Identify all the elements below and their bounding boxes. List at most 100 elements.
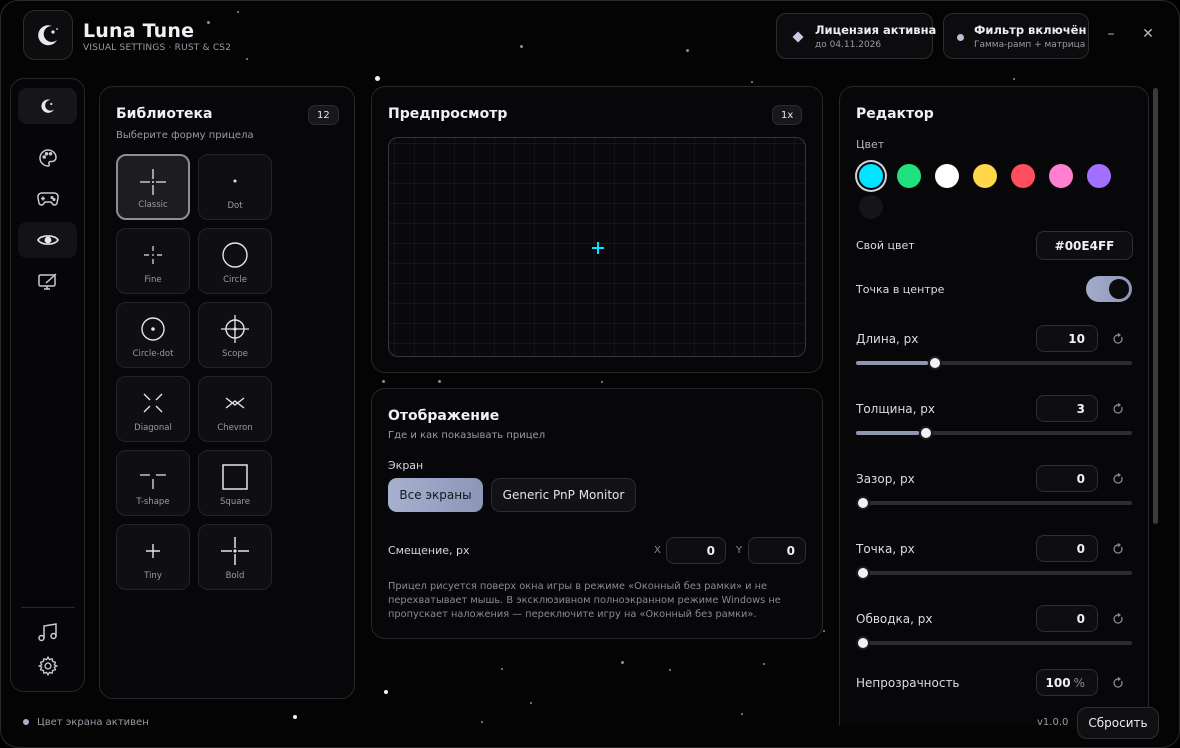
- crosshair-tile-fine[interactable]: Fine: [116, 228, 190, 294]
- offset-y-input[interactable]: 0: [748, 537, 806, 564]
- star: [1013, 78, 1015, 80]
- center-dot-toggle[interactable]: [1086, 276, 1132, 302]
- minimize-button[interactable]: –: [1102, 25, 1120, 43]
- star: [520, 45, 523, 48]
- crosshair-tile-dot[interactable]: Dot: [198, 154, 272, 220]
- crosshair-tile-tiny[interactable]: Tiny: [116, 524, 190, 590]
- star: [751, 81, 753, 83]
- chevron-crosshair-icon: [225, 397, 245, 409]
- thickness-input[interactable]: 3: [1036, 395, 1098, 422]
- offset-x-label: X: [654, 545, 661, 556]
- opacity-label: Непрозрачность: [856, 676, 960, 690]
- length-reset-icon[interactable]: [1112, 333, 1124, 345]
- app-title: Luna Tune: [83, 20, 195, 42]
- color-label: Цвет: [856, 138, 885, 151]
- star: [246, 58, 248, 60]
- crosshair-tile-chevron[interactable]: Chevron: [198, 376, 272, 442]
- color-swatch-ffd84a[interactable]: [973, 164, 997, 188]
- gap-slider-thumb[interactable]: [856, 496, 870, 510]
- tile-label: Square: [220, 497, 250, 507]
- dot-reset-icon[interactable]: [1112, 543, 1124, 555]
- zoom-badge[interactable]: 1x: [772, 105, 803, 125]
- dot-icon: [957, 34, 964, 41]
- crosshair-tile-square[interactable]: Square: [198, 450, 272, 516]
- sidebar-item-palette[interactable]: [18, 140, 77, 176]
- outline-slider-thumb[interactable]: [856, 636, 870, 650]
- star: [375, 76, 380, 81]
- sidebar-item-settings[interactable]: [18, 648, 77, 684]
- editor-panel: Редактор Цвет Свой цвет #00E4FF Точка в …: [839, 86, 1149, 726]
- thickness-slider-thumb[interactable]: [919, 426, 934, 440]
- monitor-icon: [37, 273, 57, 290]
- dot-input[interactable]: 0: [1036, 535, 1098, 562]
- crosshair-tile-diagonal[interactable]: Diagonal: [116, 376, 190, 442]
- crosshair-tile-scope[interactable]: Scope: [198, 302, 272, 368]
- scope-crosshair-icon: [221, 315, 249, 343]
- color-swatch-1fe27e[interactable]: [897, 164, 921, 188]
- crosshair-tile-circle-dot[interactable]: Circle-dot: [116, 302, 190, 368]
- dot-slider-thumb[interactable]: [856, 566, 870, 580]
- close-button[interactable]: ✕: [1139, 25, 1157, 43]
- sidebar-item-home[interactable]: [18, 88, 77, 124]
- crosshair-tile-classic[interactable]: Classic: [116, 154, 190, 220]
- color-swatch-00e4ff[interactable]: [859, 164, 883, 188]
- tile-label: Dot: [227, 201, 243, 211]
- thickness-reset-icon[interactable]: [1112, 403, 1124, 415]
- toggle-knob: [1109, 279, 1129, 299]
- custom-color-input[interactable]: #00E4FF: [1036, 231, 1133, 260]
- editor-scrollbar[interactable]: [1153, 88, 1158, 524]
- crosshair-preview: [592, 242, 604, 254]
- offset-x-input[interactable]: 0: [666, 537, 726, 564]
- color-swatch-a170ff[interactable]: [1087, 164, 1111, 188]
- gap-input[interactable]: 0: [1036, 465, 1098, 492]
- status-text: Цвет экрана активен: [37, 717, 149, 728]
- screen-option-monitor[interactable]: Generic PnP Monitor: [491, 478, 636, 512]
- tile-label: Circle-dot: [132, 349, 174, 359]
- library-title: Библиотека: [116, 106, 213, 122]
- reset-button[interactable]: Сбросить: [1077, 707, 1159, 739]
- gap-reset-icon[interactable]: [1112, 473, 1124, 485]
- sidebar-item-eye[interactable]: [18, 222, 77, 258]
- crosshair-tile-circle[interactable]: Circle: [198, 228, 272, 294]
- sidebar-item-gamepad[interactable]: [18, 181, 77, 217]
- fine-crosshair-icon: [144, 246, 162, 264]
- dot-slider[interactable]: [856, 566, 1132, 580]
- gear-icon: [37, 656, 58, 676]
- opacity-reset-icon[interactable]: [1112, 677, 1124, 689]
- color-swatch-ff4f5e[interactable]: [1011, 164, 1035, 188]
- star: [601, 381, 603, 383]
- thickness-slider[interactable]: [856, 426, 1132, 440]
- library-subtitle: Выберите форму прицела: [116, 130, 254, 141]
- editor-title: Редактор: [856, 106, 934, 122]
- outline-reset-icon[interactable]: [1112, 613, 1124, 625]
- gamepad-icon: [36, 192, 59, 206]
- star: [686, 49, 689, 52]
- color-swatch-151518[interactable]: [859, 195, 883, 219]
- outline-input[interactable]: 0: [1036, 605, 1098, 632]
- opacity-input[interactable]: 100 %: [1036, 669, 1098, 696]
- crosshair-tile-t-shape[interactable]: T-shape: [116, 450, 190, 516]
- outline-slider[interactable]: [856, 636, 1132, 650]
- license-status[interactable]: Лицензия активна до 04.11.2026: [776, 13, 936, 59]
- tile-label: Bold: [225, 571, 245, 581]
- screen-option-all[interactable]: Все экраны: [388, 478, 483, 512]
- filter-title: Фильтр включён: [974, 23, 1087, 37]
- length-slider-thumb[interactable]: [927, 356, 942, 370]
- color-swatch-ffffff[interactable]: [935, 164, 959, 188]
- crosshair-tile-bold[interactable]: Bold: [198, 524, 272, 590]
- diagonal-crosshair-icon: [143, 393, 163, 413]
- outline-label: Обводка, px: [856, 612, 933, 626]
- tile-label: Diagonal: [134, 423, 172, 433]
- gap-slider[interactable]: [856, 496, 1132, 510]
- sidebar-item-display[interactable]: [18, 264, 77, 300]
- length-input[interactable]: 10: [1036, 325, 1098, 352]
- tiny-crosshair-icon: [146, 544, 160, 558]
- length-slider[interactable]: [856, 356, 1132, 370]
- color-swatch-ff7fd0[interactable]: [1049, 164, 1073, 188]
- sidebar-item-music[interactable]: [18, 614, 77, 650]
- version-label: v1.0.0: [1037, 717, 1069, 728]
- app-window: Luna Tune VISUAL SETTINGS · RUST & CS2 Л…: [0, 0, 1180, 748]
- filter-status[interactable]: Фильтр включён Гамма-рамп + матрица: [943, 13, 1089, 59]
- star: [530, 702, 532, 704]
- t-shape-crosshair-icon: [140, 474, 166, 489]
